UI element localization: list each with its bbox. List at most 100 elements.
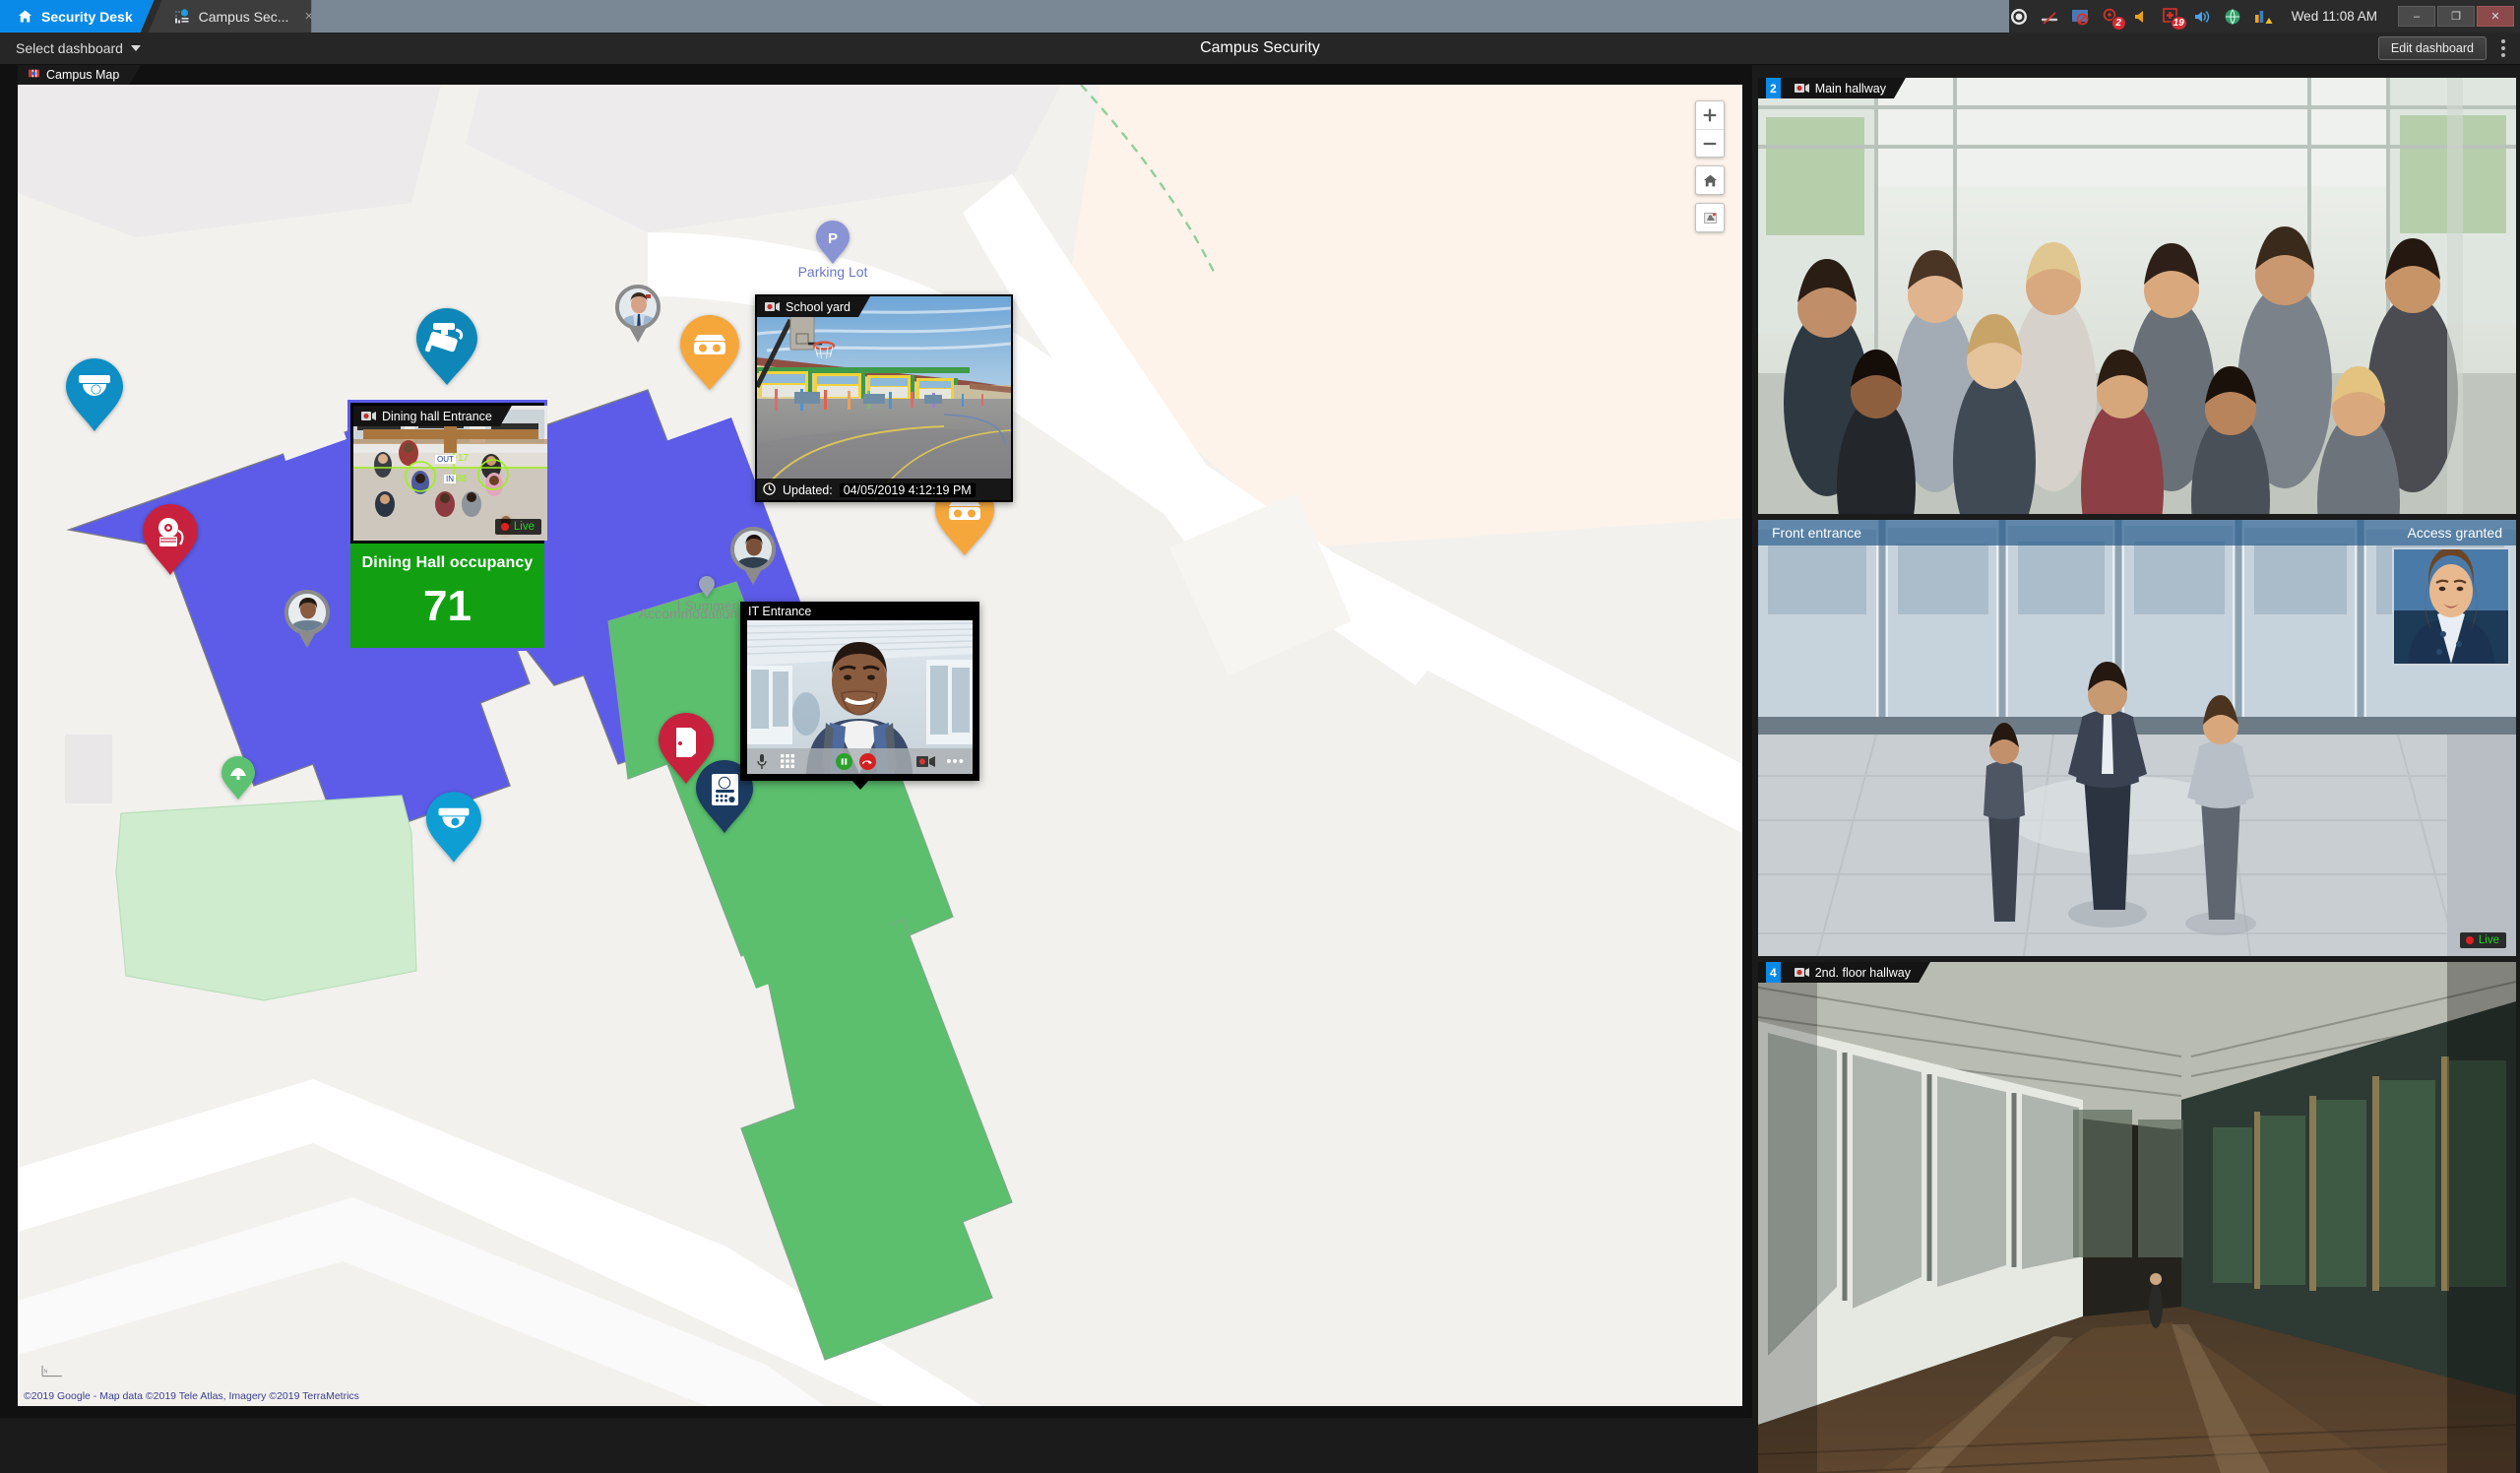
genetec-logo-icon[interactable] (2009, 7, 2029, 27)
camera-layer-button[interactable] (1696, 204, 1724, 231)
health-issue-icon[interactable]: 19 (2162, 7, 2187, 31)
map-attribution: ©2019 Google - Map data ©2019 Tele Atlas… (24, 1390, 359, 1402)
select-dashboard-label: Select dashboard (16, 40, 123, 56)
2nd-floor-hallway-video[interactable] (1758, 962, 2516, 1473)
tab-security-desk[interactable]: Security Desk (0, 0, 155, 32)
camera-icon (361, 411, 376, 421)
network-globe-icon[interactable] (2223, 7, 2242, 27)
camera-tile-main-hallway[interactable]: 2 Main hallway (1758, 78, 2516, 514)
pin-camera-south[interactable] (426, 792, 481, 863)
kebab-menu-icon[interactable] (2498, 37, 2508, 59)
counting-in-label: IN (444, 475, 456, 483)
counting-in-value: 88 (456, 474, 468, 484)
pin-ptz-quad[interactable] (416, 308, 477, 385)
map-scale-bar: N (39, 1362, 77, 1384)
2nd-floor-hallway-header-inner: 4 2nd. floor hallway (1758, 962, 1930, 983)
clock-icon (763, 482, 776, 498)
avatar (730, 527, 776, 572)
pin-camera-west[interactable] (66, 358, 123, 431)
tab-campus-security-label: Campus Sec... (198, 8, 289, 25)
close-window-button[interactable]: ✕ (2477, 6, 2514, 27)
more-options-icon[interactable]: ••• (946, 753, 965, 770)
hold-call-button[interactable] (835, 752, 852, 770)
pin-accommodation[interactable] (699, 576, 715, 598)
cardholder-photo-pip[interactable] (2392, 547, 2510, 666)
tab-campus-map[interactable]: Campus Map (18, 65, 141, 85)
camera-number-badge: 2 (1766, 78, 1781, 98)
map-icon (28, 67, 40, 83)
cardholder-avatar (2394, 549, 2508, 664)
2nd-floor-hallway-camera-name: 2nd. floor hallway (1814, 965, 1911, 980)
pin-alarm-residence[interactable] (143, 504, 198, 575)
tab-campus-security[interactable]: Campus Sec... × (149, 0, 326, 32)
pin-guard-north[interactable] (615, 285, 661, 343)
pin-reader-north[interactable] (680, 315, 739, 390)
live-label: Live (513, 521, 535, 533)
keypad-icon[interactable] (781, 754, 794, 768)
front-entrance-camera-name: Front entrance (1772, 525, 1862, 541)
pin-guard-center[interactable] (730, 527, 776, 585)
main-hallway-header: 2 Main hallway (1758, 78, 1906, 98)
speaker-mute-icon[interactable] (2131, 7, 2151, 27)
statistics-icon[interactable] (2253, 7, 2273, 27)
counting-out-label: OUT (435, 455, 456, 464)
tile-dining-hall[interactable]: OUT 17 IN 88 Live Dining hall Entrance D… (347, 400, 547, 651)
pin-parking-lot[interactable]: P (816, 221, 850, 264)
call-control-bar: ••• (747, 748, 973, 774)
zoom-in-button[interactable] (1696, 101, 1724, 129)
tab-security-desk-label: Security Desk (41, 8, 133, 25)
avatar (284, 590, 330, 635)
school-yard-camera-name: School yard (786, 299, 851, 314)
tile-school-yard[interactable]: School yard Updated: 04/05/2019 4:12:19 … (755, 294, 1013, 502)
camera-tile-front-entrance[interactable]: Front entrance Access granted Live (1758, 520, 2516, 956)
window-buttons: – ❐ ✕ (2396, 6, 2514, 27)
intercom-icon (712, 774, 738, 805)
page-title: Campus Security (1200, 39, 1320, 56)
updated-label: Updated: (783, 483, 833, 497)
callout-pointer (850, 780, 869, 790)
main-hallway-header-inner: 2 Main hallway (1758, 78, 1906, 98)
minimize-button[interactable]: – (2398, 6, 2435, 27)
front-entrance-live-label: Live (2478, 934, 2499, 946)
pin-guard-west[interactable] (284, 590, 330, 648)
clock-label: Wed 11:08 AM (2291, 9, 2377, 24)
tile-it-entrance[interactable]: IT Entrance ••• (740, 602, 979, 790)
pin-green-area[interactable] (221, 756, 255, 800)
main-hallway-video[interactable] (1758, 78, 2516, 514)
chevron-down-icon (130, 45, 141, 51)
layers-control-group (1695, 203, 1725, 232)
select-dashboard-dropdown[interactable]: Select dashboard (16, 40, 141, 56)
camera-number-badge: 4 (1766, 962, 1781, 983)
dining-hall-camera-name: Dining hall Entrance (382, 409, 492, 423)
2nd-floor-hallway-scene (1758, 962, 2516, 1473)
map-panel-tabstrip: Campus Map (0, 65, 1752, 85)
hang-up-button[interactable] (858, 752, 876, 770)
it-entrance-video[interactable]: ••• (747, 620, 973, 774)
main-hallway-camera-name: Main hallway (1814, 81, 1886, 96)
window-titlebar: Security Desk Campus Sec... × 2 19 Wed 1… (0, 0, 2520, 32)
map-home-button[interactable] (1696, 166, 1724, 194)
camera-tile-2nd-floor-hallway[interactable]: 4 2nd. floor hallway (1758, 962, 2516, 1473)
card-reader-icon (949, 500, 980, 520)
edit-dashboard-button[interactable]: Edit dashboard (2377, 36, 2487, 60)
zoom-out-button[interactable] (1696, 129, 1724, 157)
dining-hall-header: Dining hall Entrance (353, 406, 512, 426)
restore-button[interactable]: ❐ (2437, 6, 2475, 27)
microphone-icon[interactable] (755, 753, 769, 770)
camera-icon (1795, 967, 1809, 978)
map-controls (1695, 100, 1725, 232)
school-yard-video[interactable] (757, 296, 1011, 500)
system-tray: 2 19 Wed 11:08 AM – ❐ ✕ (2008, 0, 2520, 32)
it-entrance-title: IT Entrance (748, 604, 812, 618)
school-yard-header: School yard (757, 296, 870, 317)
broken-link-icon[interactable] (2040, 7, 2059, 27)
camera-icon (765, 301, 780, 312)
alarm-bell-icon[interactable]: 2 (2101, 7, 2126, 31)
counting-out-value: 17 (458, 453, 470, 464)
zoom-control-group (1695, 100, 1725, 158)
map-viewport[interactable]: Parking Lot I Summer Accommodation P OUT… (18, 85, 1742, 1406)
record-icon[interactable] (916, 755, 936, 768)
front-entrance-live-indicator: Live (2459, 932, 2506, 948)
blocked-monitor-icon[interactable] (2070, 7, 2090, 27)
volume-icon[interactable] (2192, 7, 2212, 27)
